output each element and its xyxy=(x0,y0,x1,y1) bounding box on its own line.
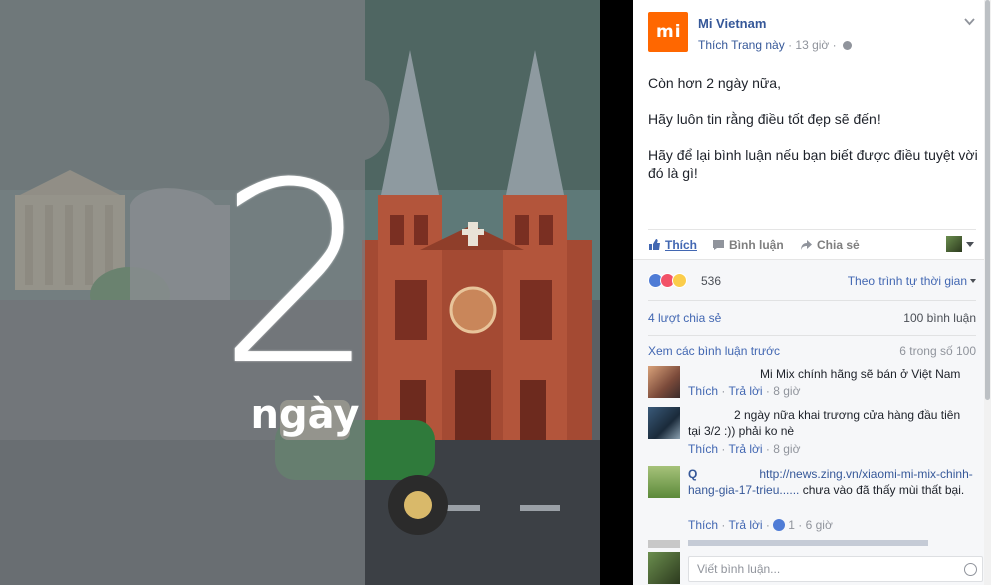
comments-count[interactable]: 100 bình luận xyxy=(903,311,976,325)
avatar xyxy=(946,236,962,252)
countdown-number: 2 xyxy=(217,129,376,420)
commenter-avatar[interactable] xyxy=(648,540,680,548)
separator-dot: · xyxy=(832,38,840,52)
like-button[interactable]: Thích xyxy=(648,238,697,252)
comment-like-count[interactable]: 1 xyxy=(788,518,795,532)
comment-time[interactable]: 6 giờ xyxy=(806,518,833,532)
divider xyxy=(648,335,976,336)
caret-down-icon xyxy=(966,242,974,247)
commenter-avatar[interactable] xyxy=(648,407,680,439)
comment-sort-menu[interactable]: Theo trình tự thời gian xyxy=(848,274,976,288)
reaction-count: 536 xyxy=(701,274,722,288)
thumbs-up-icon xyxy=(649,239,660,250)
comment-text: 2 ngày nữa khai trương cửa hàng đầu tiên… xyxy=(688,408,961,438)
countdown-label: ngày xyxy=(250,392,360,438)
chevron-down-icon[interactable] xyxy=(964,16,975,27)
logo-text: mi xyxy=(656,22,682,42)
post-message: Còn hơn 2 ngày nữa, Hãy luôn tin rằng đi… xyxy=(648,74,978,200)
divider xyxy=(648,300,976,301)
haha-reaction-icon xyxy=(672,273,687,288)
comment-item: Qhttp://news.zing.vn/xiaomi-mi-mix-chinh… xyxy=(648,466,978,536)
caret-down-icon xyxy=(970,279,976,283)
like-page-link[interactable]: Thích Trang này xyxy=(698,38,785,52)
post-paragraph: Còn hơn 2 ngày nữa, xyxy=(648,75,781,91)
post-time[interactable]: 13 giờ xyxy=(795,38,829,52)
share-button[interactable]: Chia sẻ xyxy=(800,238,860,252)
post-as-selector[interactable] xyxy=(946,236,976,252)
post-header: mi Mi Vietnam Thích Trang này · 13 giờ · xyxy=(633,0,991,60)
comment-input[interactable] xyxy=(688,556,983,582)
comment-text: Qhttp://news.zing.vn/xiaomi-mi-mix-chinh… xyxy=(688,466,973,498)
post-photo[interactable]: 2 ngày xyxy=(0,0,600,585)
comment-reply-link[interactable]: Trả lời xyxy=(728,384,762,398)
commenter-name[interactable]: Q xyxy=(688,467,697,481)
commenter-avatar[interactable] xyxy=(648,466,680,498)
post-paragraph: Hãy để lại bình luận nếu bạn biết được đ… xyxy=(648,147,978,181)
comment-meta: Thích · Trả lời · 8 giờ xyxy=(688,442,801,456)
post-paragraph: Hãy luôn tin rằng điều tốt đẹp sẽ đến! xyxy=(648,111,881,127)
page-name-link[interactable]: Mi Vietnam xyxy=(698,16,766,31)
comment-text: Mi Mix chính hãng sẽ bán ở Việt Nam xyxy=(760,367,961,381)
comment-meta: Thích · Trả lời · 8 giờ xyxy=(688,384,801,398)
comment-item: Mi Mix chính hãng sẽ bán ở Việt Nam Thíc… xyxy=(648,366,978,402)
globe-icon xyxy=(842,41,852,50)
comments-area: 536 Theo trình tự thời gian 4 lượt chia … xyxy=(633,259,991,585)
comment-like-link[interactable]: Thích xyxy=(688,442,718,456)
share-icon xyxy=(801,240,812,250)
like-reaction-icon xyxy=(773,519,786,531)
sort-label: Theo trình tự thời gian xyxy=(847,274,967,288)
comment-icon xyxy=(713,240,724,250)
comment-composer xyxy=(648,552,983,585)
comment-reply-link[interactable]: Trả lời xyxy=(728,442,762,456)
avatar xyxy=(648,552,680,584)
like-label: Thích xyxy=(665,238,697,252)
comment-item: 2 ngày nữa khai trương cửa hàng đầu tiên… xyxy=(648,407,978,459)
post-action-bar: Thích Bình luận Chia sẻ xyxy=(648,229,976,259)
comment-time[interactable]: 8 giờ xyxy=(773,384,800,398)
comment-reply-link[interactable]: Trả lời xyxy=(728,518,762,532)
comment-like-link[interactable]: Thích xyxy=(688,518,718,532)
comment-button[interactable]: Bình luận xyxy=(712,238,784,252)
view-previous-comments-link[interactable]: Xem các bình luận trước xyxy=(648,344,780,358)
post-side-panel: mi Mi Vietnam Thích Trang này · 13 giờ ·… xyxy=(633,0,991,585)
post-subline: Thích Trang này · 13 giờ · xyxy=(698,38,852,52)
scrollbar-thumb[interactable] xyxy=(985,0,990,400)
comments-page-count: 6 trong số 100 xyxy=(899,344,976,358)
comment-label: Bình luận xyxy=(729,238,784,252)
page-avatar[interactable]: mi xyxy=(648,12,688,52)
comment-item xyxy=(648,540,978,548)
share-label: Chia sẻ xyxy=(817,238,860,252)
comment-time[interactable]: 8 giờ xyxy=(773,442,800,456)
photo-gutter xyxy=(600,0,633,585)
comment-meta: Thích · Trả lời · 1 · 6 giờ xyxy=(688,518,833,532)
truncated-comment-line xyxy=(688,540,928,546)
shares-link[interactable]: 4 lượt chia sẻ xyxy=(648,311,721,325)
emoji-icon[interactable] xyxy=(964,563,977,576)
comment-like-link[interactable]: Thích xyxy=(688,384,718,398)
comment-body: chưa vào đã thấy mùi thất bại. xyxy=(802,483,965,497)
commenter-avatar[interactable] xyxy=(648,366,680,398)
